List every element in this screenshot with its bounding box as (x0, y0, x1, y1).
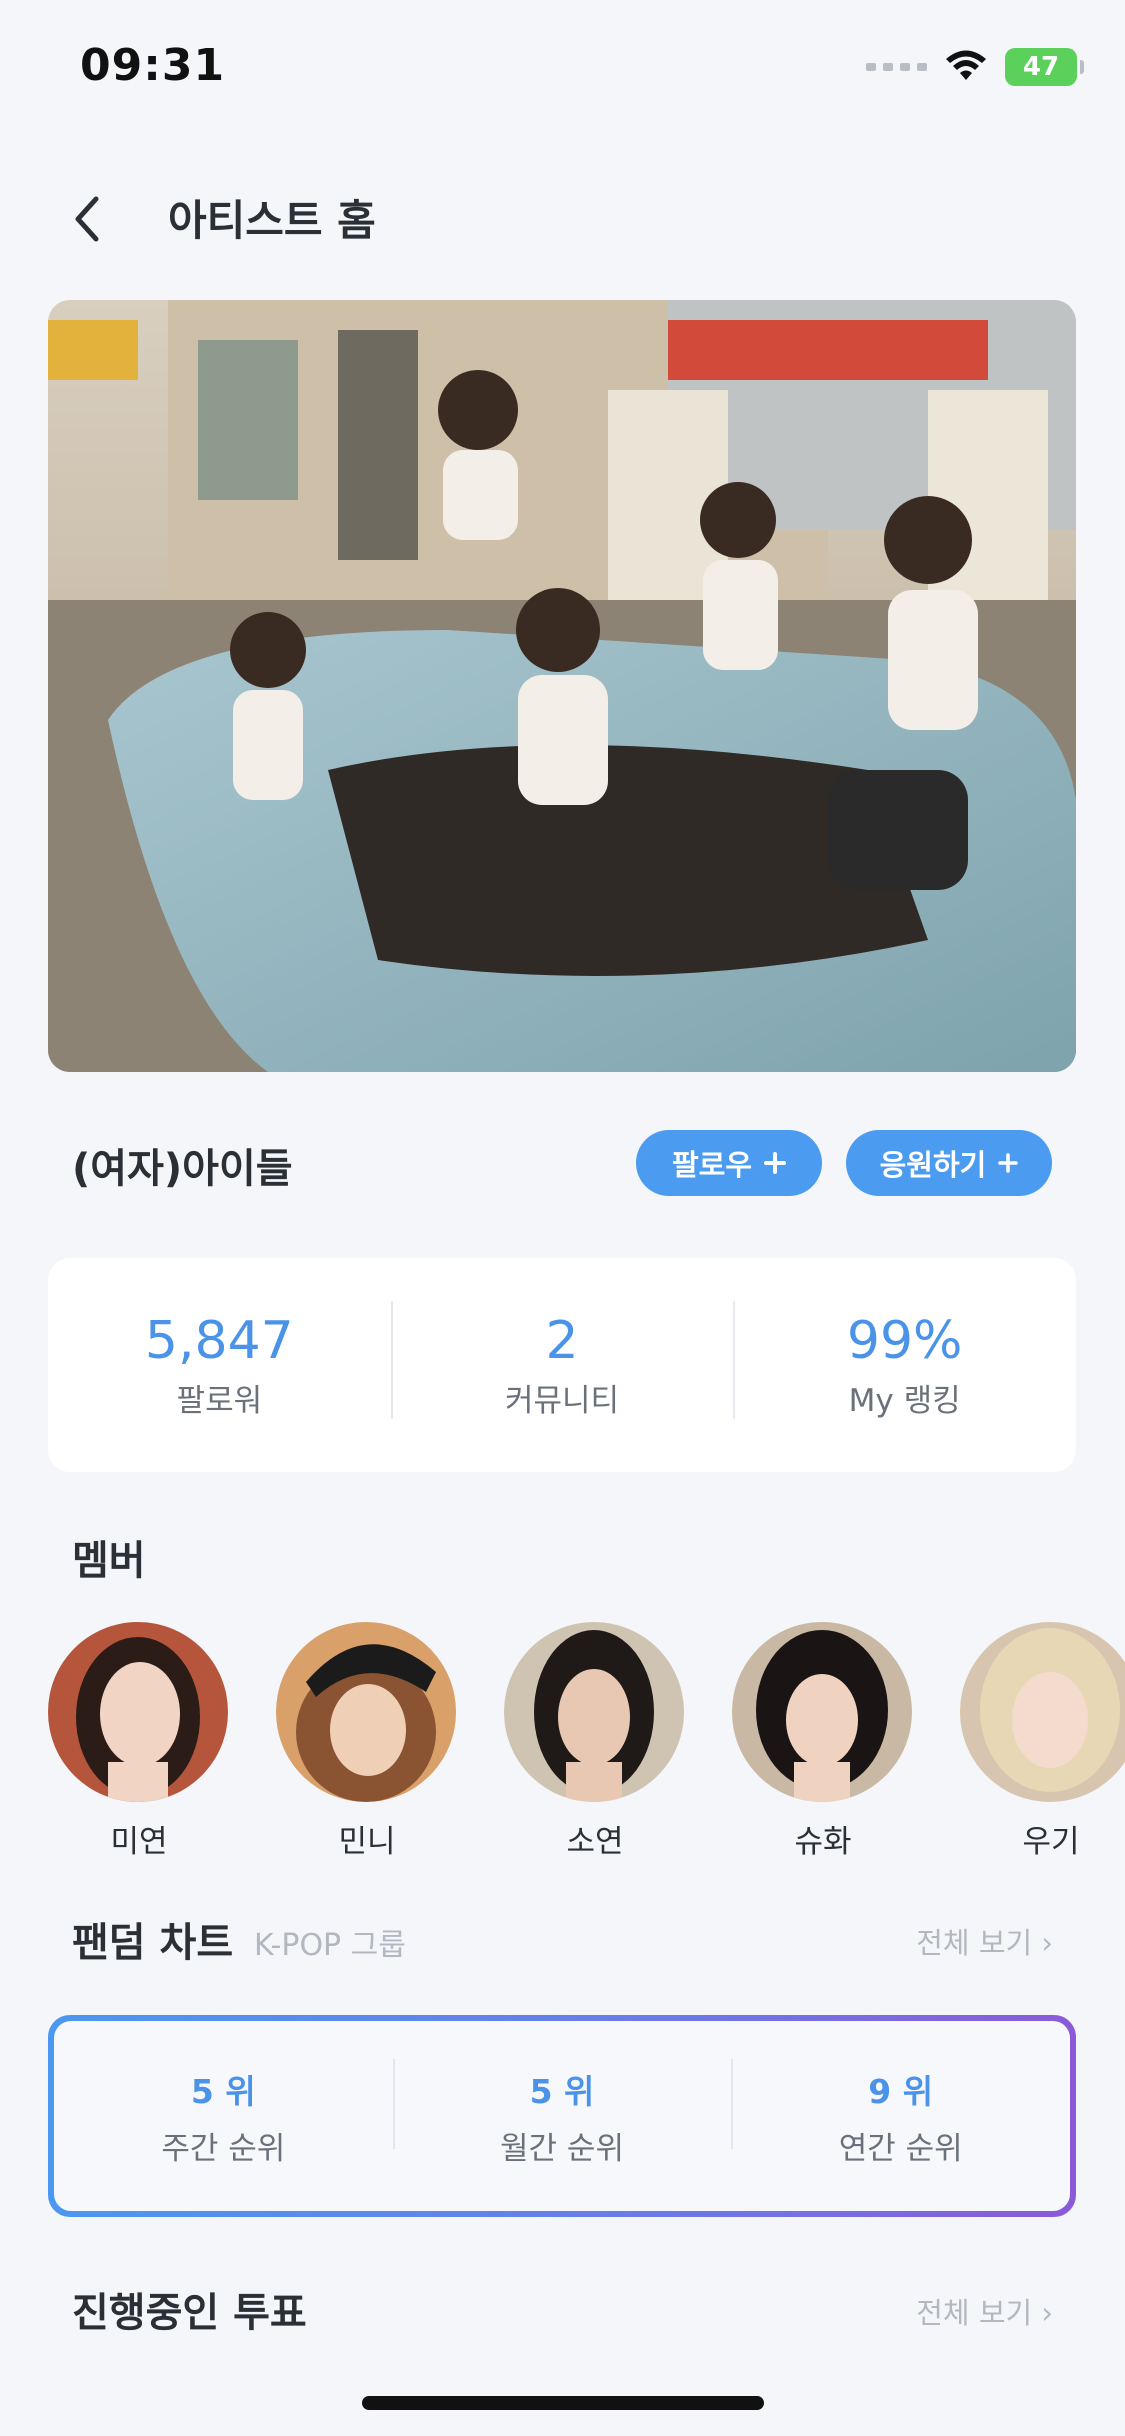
plus-icon (764, 1152, 787, 1174)
member-item[interactable]: 소연 (504, 1622, 686, 1861)
stat-label: 커뮤니티 (504, 1382, 620, 1419)
cheer-button[interactable]: 응원하기 (846, 1130, 1052, 1196)
stat-value: 99% (846, 1310, 963, 1371)
stat-label: 팔로워 (176, 1382, 263, 1419)
member-name: 우기 (1022, 1824, 1080, 1860)
avatar (732, 1622, 912, 1802)
member-item[interactable]: 우기 (960, 1622, 1125, 1861)
home-indicator[interactable] (362, 2396, 764, 2410)
member-name: 소연 (566, 1824, 624, 1860)
rank-yearly: 9 위 연간 순위 (731, 2058, 1070, 2168)
fandom-chart-header: 팬덤 차트 K-POP 그룹 전체 보기 › (0, 1910, 1125, 1970)
follow-button[interactable]: 팔로우 (636, 1130, 822, 1196)
header: 아티스트 홈 (0, 175, 1125, 255)
rank-label: 월간 순위 (500, 2130, 624, 2167)
battery-level: 47 (1022, 52, 1060, 82)
artist-name: (여자)아이들 (72, 1146, 293, 1192)
member-item[interactable]: 미연 (48, 1622, 230, 1861)
back-chevron-icon[interactable] (64, 189, 114, 249)
members-section-title: 멤버 (72, 1538, 146, 1584)
status-bar: 09:31 47 (0, 0, 1125, 140)
member-item[interactable]: 민니 (276, 1622, 458, 1861)
avatar (276, 1622, 456, 1802)
follow-button-label: 팔로우 (671, 1148, 753, 1182)
rank-value: 5 위 (529, 2071, 595, 2111)
fandom-chart-subtitle: K-POP 그룹 (254, 1928, 406, 1963)
stat-label: My 랭킹 (848, 1382, 961, 1419)
rank-card-inner: 5 위 주간 순위 5 위 월간 순위 9 위 연간 순위 (54, 2021, 1070, 2211)
status-time: 09:31 (80, 40, 226, 91)
fandom-chart-see-all-link[interactable]: 전체 보기 › (916, 1920, 1053, 1962)
member-name: 민니 (338, 1824, 396, 1860)
rank-label: 연간 순위 (838, 2130, 963, 2167)
stat-my-ranking[interactable]: 99% My 랭킹 (733, 1300, 1076, 1420)
artist-hero-image (48, 300, 1076, 1072)
wifi-icon (946, 50, 986, 80)
stats-card: 5,847 팔로워 2 커뮤니티 99% My 랭킹 (48, 1258, 1076, 1472)
members-list[interactable]: 미연 민니 소연 슈화 우기 (48, 1622, 1125, 1862)
rank-label: 주간 순위 (161, 2130, 286, 2167)
member-item[interactable]: 슈화 (732, 1622, 914, 1861)
artist-home-screen: 09:31 47 아티스트 홈 (여자)아이들 팔로우 응원하기 5,847 팔… (0, 0, 1125, 2436)
member-name: 슈화 (794, 1824, 852, 1860)
cheer-button-label: 응원하기 (879, 1148, 987, 1182)
cellular-signal-icon (866, 63, 927, 71)
avatar (960, 1622, 1125, 1802)
votes-header: 진행중인 투표 전체 보기 › (0, 2280, 1125, 2340)
stat-followers[interactable]: 5,847 팔로워 (48, 1311, 391, 1420)
avatar (48, 1622, 228, 1802)
stat-value: 5,847 (144, 1310, 294, 1371)
stat-community[interactable]: 2 커뮤니티 (390, 1300, 734, 1420)
stat-value: 2 (545, 1310, 579, 1371)
votes-see-all-link[interactable]: 전체 보기 › (916, 2290, 1053, 2332)
member-name: 미연 (110, 1824, 168, 1860)
rank-card[interactable]: 5 위 주간 순위 5 위 월간 순위 9 위 연간 순위 (48, 2015, 1076, 2217)
avatar (504, 1622, 684, 1802)
rank-value: 5 위 (190, 2071, 256, 2111)
battery-icon: 47 (1005, 48, 1084, 86)
rank-value: 9 위 (868, 2071, 934, 2111)
fandom-chart-title: 팬덤 차트 (72, 1920, 234, 1966)
rank-monthly: 5 위 월간 순위 (392, 2058, 732, 2168)
plus-icon (998, 1153, 1019, 1173)
status-icons: 47 (866, 48, 1084, 86)
rank-weekly: 5 위 주간 순위 (54, 2065, 393, 2168)
artist-row: (여자)아이들 팔로우 응원하기 (0, 1130, 1125, 1200)
page-title: 아티스트 홈 (168, 196, 376, 245)
votes-section-title: 진행중인 투표 (72, 2290, 307, 2336)
